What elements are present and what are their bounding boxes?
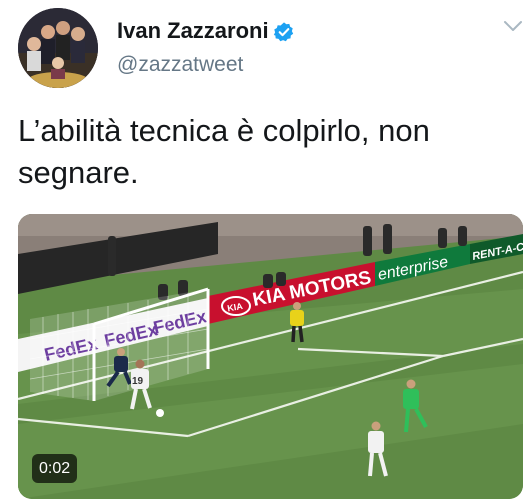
- shirt-number: 19: [132, 376, 144, 387]
- video-frame: KIA KIA MOTORS enterprise RENT-A-CA FedE…: [18, 214, 523, 499]
- tweet-text-line-2: segnare.: [18, 155, 139, 190]
- tweet-text: L’abilità tecnica è colpirlo, non segnar…: [18, 110, 508, 194]
- verified-badge-icon: [273, 22, 294, 42]
- video-player[interactable]: KIA KIA MOTORS enterprise RENT-A-CA FedE…: [18, 214, 523, 499]
- author-display-name[interactable]: Ivan Zazzaroni: [117, 18, 269, 44]
- author-handle[interactable]: @zazzatweet: [117, 53, 243, 77]
- video-timestamp: 0:02: [32, 454, 78, 483]
- tweet-text-line-1: L’abilità tecnica è colpirlo, non: [18, 113, 430, 148]
- ball: [156, 409, 164, 417]
- chevron-down-icon[interactable]: [502, 18, 524, 34]
- avatar-photo: [18, 8, 98, 88]
- avatar[interactable]: [18, 8, 98, 88]
